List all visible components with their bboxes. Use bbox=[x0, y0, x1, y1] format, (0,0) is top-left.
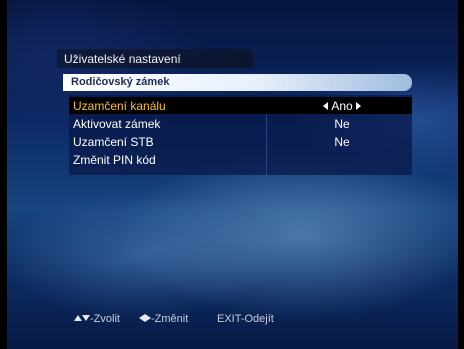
setting-label: Aktivovat zámek bbox=[73, 117, 161, 131]
setting-value: Ne bbox=[334, 135, 350, 149]
setting-row-channel-lock[interactable]: Uzamčení kanálu Ano bbox=[69, 97, 412, 114]
setting-row-change-pin[interactable]: Změnit PIN kód bbox=[69, 151, 412, 168]
setting-label: Uzamčení STB bbox=[73, 135, 154, 149]
setting-row-stb-lock[interactable]: Uzamčení STB Ne bbox=[69, 133, 412, 150]
hint-exit-label: EXIT-Odejít bbox=[217, 313, 274, 325]
setting-value: Ano bbox=[331, 99, 353, 113]
setting-label: Uzamčení kanálu bbox=[73, 99, 166, 113]
arrow-left-icon[interactable] bbox=[323, 101, 329, 110]
arrow-down-icon bbox=[82, 315, 90, 322]
hint-change-label: -Změnit bbox=[151, 313, 189, 325]
hint-change: -Změnit bbox=[139, 313, 188, 325]
tv-screen: Uživatelské nastavení Rodičovský zámek U… bbox=[0, 0, 464, 349]
setting-label: Změnit PIN kód bbox=[73, 153, 156, 167]
arrow-up-icon bbox=[74, 315, 82, 322]
setting-row-activate-lock[interactable]: Aktivovat zámek Ne bbox=[69, 115, 412, 132]
section-title: Rodičovský zámek bbox=[71, 76, 170, 88]
arrow-right-icon[interactable] bbox=[355, 101, 361, 110]
screen-border-right bbox=[458, 0, 464, 349]
hint-navigate-label: -Zvolit bbox=[90, 313, 120, 325]
settings-panel: Rodičovský zámek Uzamčení kanálu Ano Akt… bbox=[63, 74, 412, 175]
hint-exit: EXIT-Odejít bbox=[217, 313, 274, 325]
menu-title-bar: Uživatelské nastavení bbox=[57, 49, 253, 68]
section-header: Rodičovský zámek bbox=[63, 74, 412, 91]
settings-list: Uzamčení kanálu Ano Aktivovat zámek Ne U… bbox=[69, 95, 412, 175]
menu-title: Uživatelské nastavení bbox=[64, 52, 181, 66]
setting-value: Ne bbox=[334, 117, 350, 131]
hint-navigate: -Zvolit bbox=[74, 313, 120, 325]
setting-value-selector[interactable]: Ano bbox=[272, 99, 412, 113]
screen-border-left bbox=[0, 0, 7, 349]
